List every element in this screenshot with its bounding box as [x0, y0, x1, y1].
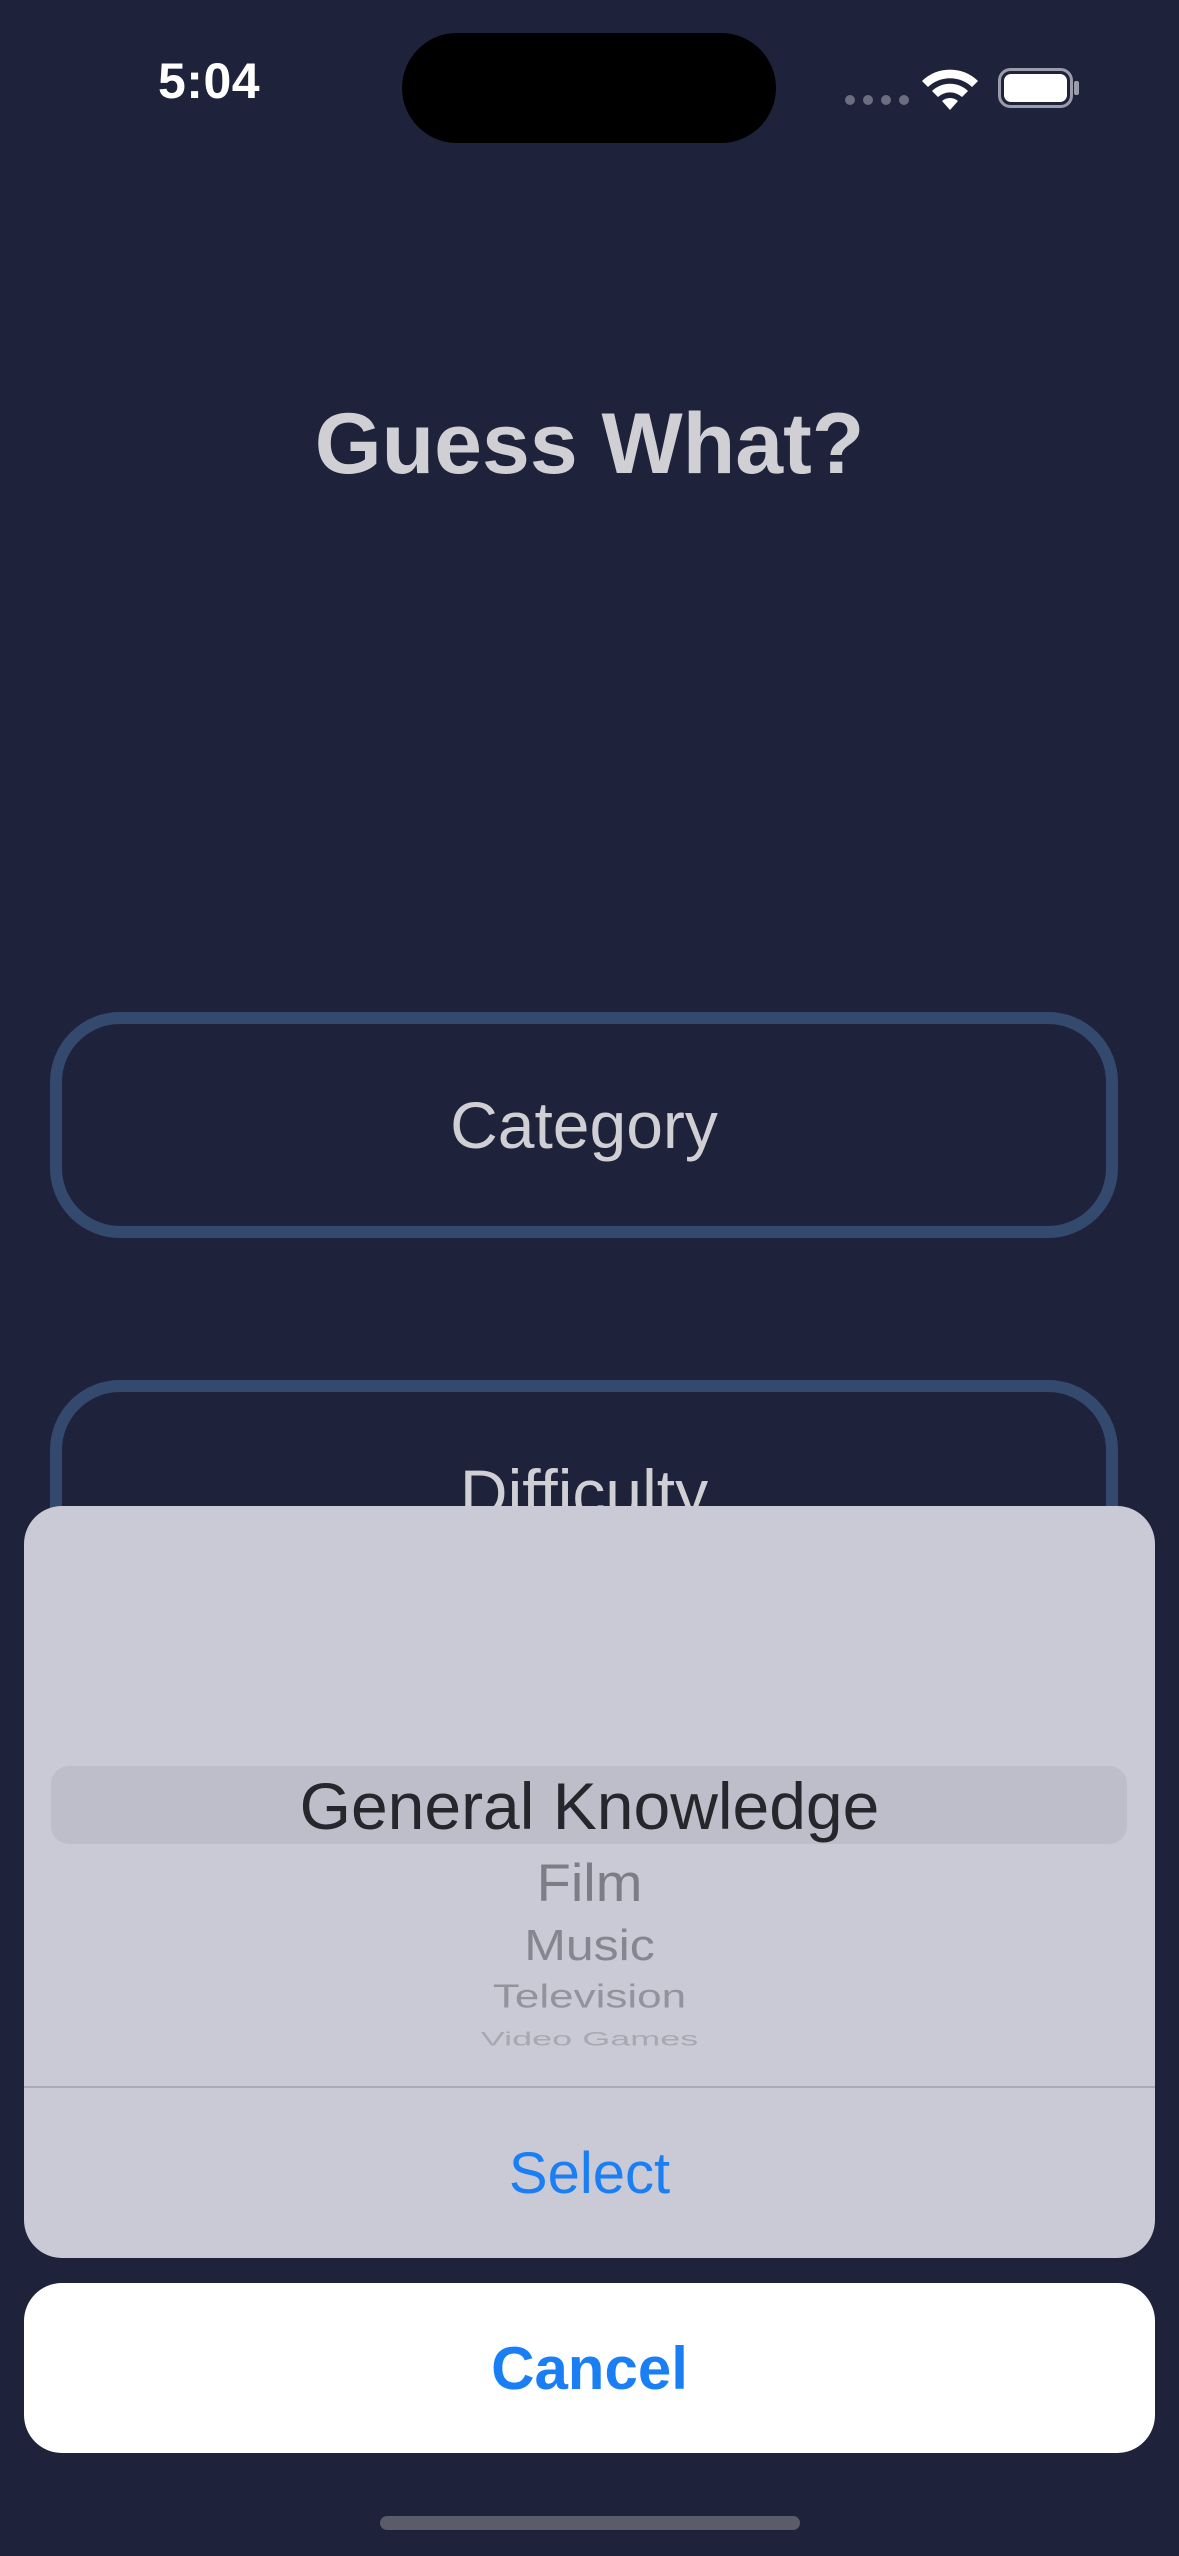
cellular-signal-icon [845, 95, 909, 105]
category-button-label: Category [450, 1088, 718, 1162]
wifi-icon [922, 69, 978, 110]
picker-option[interactable]: Television [24, 1978, 1155, 2016]
screen: 5:04 Guess What? Category Difficulty Gen… [0, 0, 1179, 2556]
picker-option[interactable]: Film [24, 1852, 1155, 1914]
select-button[interactable]: Select [24, 2088, 1155, 2258]
category-picker-sheet: General Knowledge Film Music Television … [24, 1506, 1155, 2258]
dynamic-island [402, 33, 776, 143]
cancel-button[interactable]: Cancel [24, 2283, 1155, 2453]
picker-option[interactable]: Music [24, 1919, 1155, 1970]
page-title: Guess What? [314, 396, 865, 492]
home-indicator[interactable] [380, 2516, 800, 2530]
battery-icon [998, 68, 1079, 108]
picker-option[interactable]: General Knowledge [24, 1768, 1155, 1844]
picker-option[interactable]: Video Games [24, 2027, 1155, 2050]
category-button[interactable]: Category [50, 1012, 1118, 1238]
status-time: 5:04 [158, 53, 261, 109]
